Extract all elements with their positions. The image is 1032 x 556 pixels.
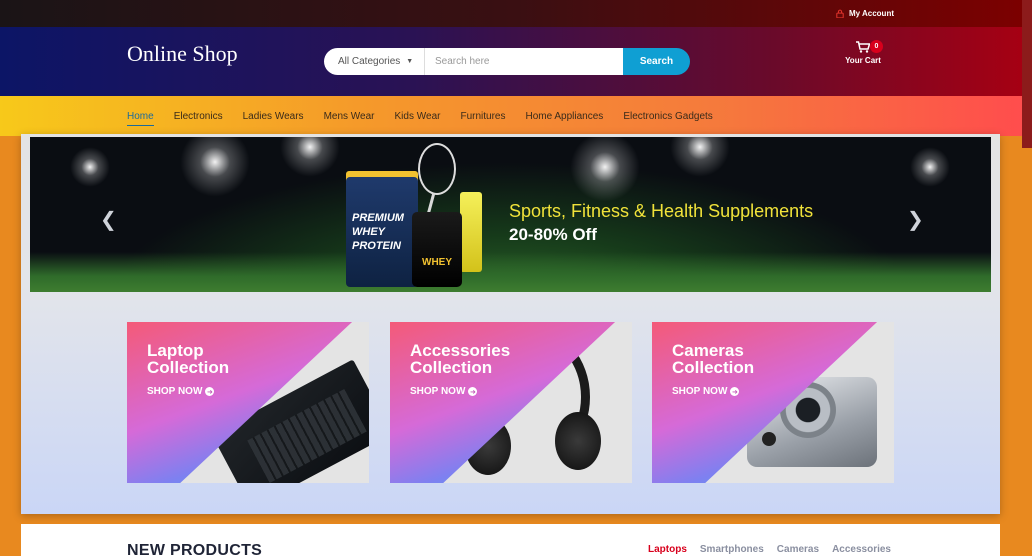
protein-jar-label: WHEY [422, 257, 452, 268]
shop-now-link[interactable]: SHOP NOW ➜ [147, 386, 215, 397]
stadium-light [570, 137, 640, 202]
stadium-light [70, 147, 110, 187]
top-bar: My Account [0, 0, 1032, 27]
my-account-label: My Account [848, 9, 894, 18]
tile-title: Cameras Collection [672, 341, 755, 377]
racket-head [418, 143, 456, 195]
nav-item-electronics[interactable]: Electronics [174, 111, 223, 122]
nav-item-home-appliances[interactable]: Home Appliances [525, 111, 603, 122]
nav-item-home[interactable]: Home [127, 111, 154, 126]
tile-title: Laptop Collection [147, 341, 230, 377]
new-products-section: NEW PRODUCTS Laptops Smartphones Cameras… [21, 524, 1000, 556]
arrow-circle-right-icon: ➜ [468, 387, 478, 396]
protein-tub-label: PREMIUM WHEY PROTEIN [352, 212, 404, 252]
section-title: NEW PRODUCTS [127, 542, 263, 556]
collection-tile-cameras[interactable]: Cameras Collection SHOP NOW ➜ [652, 322, 894, 483]
logo[interactable]: Online Shop [127, 41, 238, 67]
hero-subtitle: 20-80% Off [509, 225, 597, 244]
tab-laptops[interactable]: Laptops [648, 544, 687, 555]
category-select[interactable]: All Categories ▼ [324, 48, 425, 75]
chevron-down-icon: ▼ [406, 58, 414, 65]
product-tabs: Laptops Smartphones Cameras Accessories [648, 544, 891, 555]
collection-tile-accessories[interactable]: Accessories Collection SHOP NOW ➜ [390, 322, 632, 483]
header: Online Shop All Categories ▼ Search 0 Yo… [0, 27, 1032, 96]
tab-accessories[interactable]: Accessories [832, 544, 891, 555]
carousel-next-icon[interactable]: ❯ [907, 207, 924, 232]
cart-button[interactable]: 0 Your Cart [843, 40, 883, 65]
stadium-light [180, 137, 250, 197]
tab-cameras[interactable]: Cameras [777, 544, 819, 555]
shuttlecock-tube [460, 192, 482, 272]
search-button[interactable]: Search [623, 48, 690, 75]
category-select-value: All Categories [338, 56, 401, 67]
stadium-light [910, 147, 950, 187]
search-input[interactable] [425, 48, 623, 75]
stadium-field [30, 252, 991, 292]
nav-item-mens-wear[interactable]: Mens Wear [324, 111, 375, 122]
cart-count-badge: 0 [870, 40, 883, 53]
nav-item-furnitures[interactable]: Furnitures [460, 111, 505, 122]
my-account-link[interactable]: My Account [836, 9, 894, 18]
nav-item-kids-wear[interactable]: Kids Wear [395, 111, 441, 122]
search-bar: All Categories ▼ Search [324, 48, 690, 75]
protein-jar [412, 212, 462, 287]
carousel-prev-icon[interactable]: ❮ [100, 207, 117, 232]
arrow-circle-right-icon: ➜ [730, 387, 740, 396]
shop-now-link[interactable]: SHOP NOW ➜ [410, 386, 478, 397]
collection-tile-laptop[interactable]: Laptop Collection SHOP NOW ➜ [127, 322, 369, 483]
shop-now-link[interactable]: SHOP NOW ➜ [672, 386, 740, 397]
stadium-light [670, 137, 730, 177]
cart-icon [856, 41, 870, 53]
nav-item-ladies-wears[interactable]: Ladies Wears [243, 111, 304, 122]
headphone-ear-right [555, 412, 601, 470]
hero-banner[interactable]: PREMIUM WHEY PROTEIN WHEY ❮ ❯ Sports, Fi… [30, 137, 991, 292]
tile-title: Accessories Collection [410, 341, 511, 377]
lock-icon [836, 9, 844, 18]
cart-label: Your Cart [845, 56, 881, 65]
main-nav: Home Electronics Ladies Wears Mens Wear … [0, 96, 1022, 136]
arrow-circle-right-icon: ➜ [205, 387, 215, 396]
nav-item-electronics-gadgets[interactable]: Electronics Gadgets [623, 111, 713, 122]
camera-flash [762, 432, 776, 446]
hero-title: Sports, Fitness & Health Supplements [509, 201, 814, 221]
content-card: PREMIUM WHEY PROTEIN WHEY ❮ ❯ Sports, Fi… [21, 134, 1000, 514]
tab-smartphones[interactable]: Smartphones [700, 544, 764, 555]
stadium-light [280, 137, 340, 177]
scrollbar-thumb[interactable] [1022, 0, 1032, 148]
